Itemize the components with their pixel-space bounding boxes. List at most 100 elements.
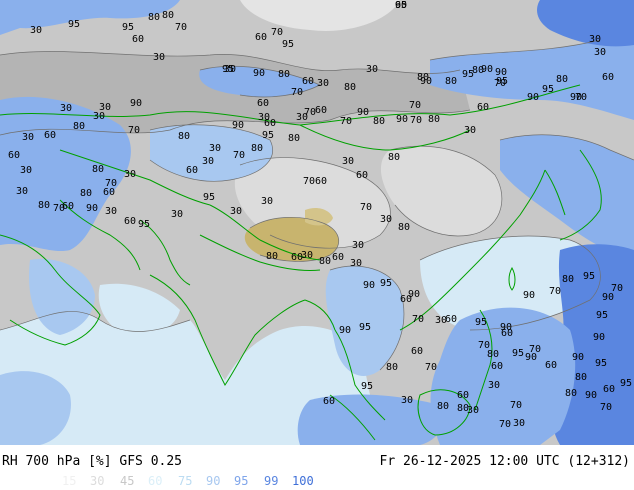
contour-label: 80 <box>417 72 429 83</box>
contour-label: 80 <box>251 143 263 154</box>
contour-label: 60 <box>124 216 136 227</box>
map-title: RH 700 hPa [%] GFS 0.25 <box>2 454 183 469</box>
contour-label: 70 <box>233 150 245 161</box>
contour-label: 70 <box>575 92 587 103</box>
legend-value: 60 <box>148 474 163 488</box>
contour-label: 95 <box>203 192 215 203</box>
moist-region-indonesia <box>297 394 444 445</box>
contour-label: 30 <box>350 258 362 269</box>
contour-label: 70 <box>291 87 303 98</box>
contour-label: 80 <box>565 388 577 399</box>
contour-label: 80 <box>457 403 469 414</box>
contour-label: 95 <box>475 317 487 328</box>
contour-label: 90 <box>523 290 535 301</box>
legend-value: 45 <box>120 474 135 488</box>
contour-label: 60 <box>62 201 74 212</box>
contour-label: 30 <box>352 240 364 251</box>
contour-label: 60 <box>411 346 423 357</box>
contour-label: 30 <box>202 156 214 167</box>
contour-label: 30 <box>105 206 117 217</box>
contour-label: 80 <box>398 222 410 233</box>
rh-700hpa-map-canvas: 603095 9580706080706095303095 90 8060 30 8070… <box>0 0 634 445</box>
contour-label: 90 <box>232 120 244 131</box>
contour-label: 60 <box>602 72 614 83</box>
contour-label: 80 <box>278 69 290 80</box>
contour-label: 70 <box>494 78 506 89</box>
contour-label: 70 <box>499 419 511 430</box>
contour-label: 80 <box>562 274 574 285</box>
contour-label: 80 <box>38 200 50 211</box>
contour-label: 90 <box>572 352 584 363</box>
contour-label: 90 <box>396 114 408 125</box>
contour-label: 70 <box>304 107 316 118</box>
contour-label: 80 <box>373 116 385 127</box>
contour-label: 30 <box>93 111 105 122</box>
legend-value: 75 <box>178 474 193 488</box>
contour-label: 80 <box>319 256 331 267</box>
contour-label: 30 <box>380 214 392 225</box>
contour-label: 30 <box>20 165 32 176</box>
contour-label: 70 <box>600 402 612 413</box>
contour-label: 60 <box>186 165 198 176</box>
contour-label: 30 <box>464 125 476 136</box>
contour-label: 90 <box>527 92 539 103</box>
map-footer: RH 700 hPa [%] GFS 0.25 Fr 26-12-2025 12… <box>0 445 634 490</box>
contour-label: 70 <box>175 22 187 33</box>
contour-label: 30 <box>594 47 606 58</box>
contour-label: 95 <box>122 22 134 33</box>
contour-label: 80 <box>73 121 85 132</box>
contour-label: 80 <box>437 401 449 412</box>
contour-label: 30 <box>153 52 165 63</box>
contour-label: 80 <box>556 74 568 85</box>
contour-label: 80 <box>388 152 400 163</box>
weather-map[interactable]: 60 30 95 95 80 70 60 80 70 60 95 30 30 95 90 80 60 30 80 70… <box>0 0 634 445</box>
contour-label: 60 <box>44 130 56 141</box>
contour-label: 30 <box>171 209 183 220</box>
forecast-runtime: Fr 26-12-2025 12:00 UTC (12+312) <box>379 454 630 469</box>
contour-label: 80 <box>575 372 587 383</box>
contour-label: 95 <box>138 219 150 230</box>
contour-label: 90 <box>253 68 265 79</box>
contour-label: 70 <box>303 176 315 187</box>
contour-label: 70 <box>611 283 623 294</box>
contour-label: 95 <box>282 39 294 50</box>
contour-label: 80 <box>92 164 104 175</box>
contour-label: 80 <box>288 133 300 144</box>
contour-label: 90 <box>585 390 597 401</box>
legend-value: 30 <box>90 474 105 488</box>
contour-label: 90 <box>130 98 142 109</box>
contour-label: 30 <box>16 186 28 197</box>
contour-label: 30 <box>589 34 601 45</box>
contour-label: 30 <box>209 143 221 154</box>
contour-label: 70 <box>412 314 424 325</box>
contour-label: 90 <box>357 107 369 118</box>
contour-label: 70 <box>360 202 372 213</box>
contour-label: 95 <box>262 130 274 141</box>
contour-label: 95 <box>380 278 392 289</box>
contour-label: 95 <box>620 378 632 389</box>
contour-label: 60 <box>323 396 335 407</box>
contour-label: 80 <box>162 10 174 21</box>
contour-label: 90 <box>500 322 512 333</box>
contour-label: 95 <box>222 64 234 75</box>
contour-label: 60 <box>255 32 267 43</box>
contour-label: 60 <box>264 118 276 129</box>
contour-label: 95 <box>395 0 407 11</box>
contour-label: 70 <box>510 400 522 411</box>
contour-label: 30 <box>317 78 329 89</box>
contour-label: 30 <box>401 395 413 406</box>
contour-label: 90 <box>86 203 98 214</box>
contour-label: 30 <box>60 103 72 114</box>
contour-label: 60 <box>315 176 327 187</box>
legend-value: 100 <box>292 474 314 488</box>
contour-label: 90 <box>363 280 375 291</box>
contour-label: 60 <box>356 170 368 181</box>
contour-label: 70 <box>340 116 352 127</box>
contour-label: 80 <box>386 362 398 373</box>
legend-value: 99 <box>264 474 279 488</box>
contour-label: 90 <box>593 332 605 343</box>
contour-label: 30 <box>342 156 354 167</box>
contour-label: 30 <box>22 132 34 143</box>
contour-label: 30 <box>261 196 273 207</box>
contour-label: 60 <box>315 105 327 116</box>
